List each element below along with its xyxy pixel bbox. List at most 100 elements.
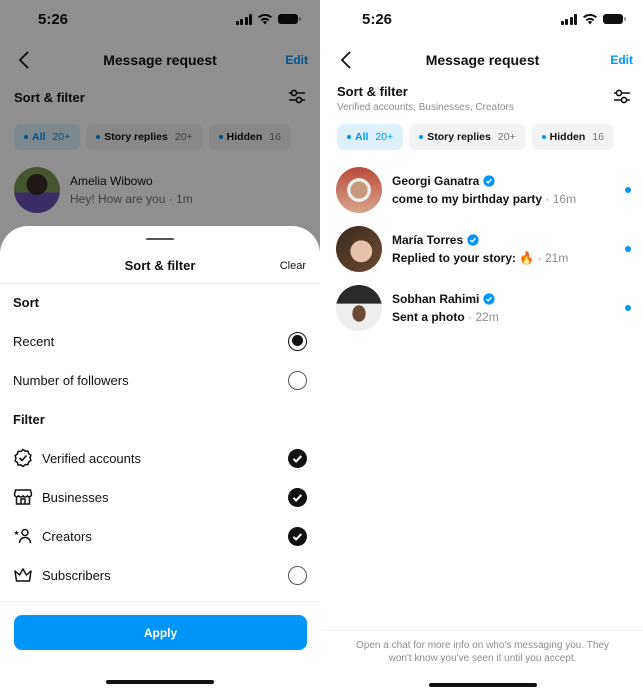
contact-name: Georgi Ganatra — [392, 173, 480, 188]
status-time: 5:26 — [38, 11, 69, 28]
contact-name: María Torres — [392, 232, 464, 247]
storefront-icon — [13, 489, 33, 505]
chip-count: 20+ — [174, 131, 193, 143]
chip-count: 20+ — [497, 131, 516, 143]
apply-button[interactable]: Apply — [14, 615, 307, 650]
divider — [0, 283, 320, 284]
sheet-grabber[interactable] — [146, 238, 174, 240]
sort-filter-sheet: Sort & filter Clear Sort Recent Number o… — [0, 226, 320, 690]
contact-name: Sobhan Rahimi — [392, 291, 480, 306]
sliders-icon[interactable] — [288, 88, 306, 106]
option-label: Number of followers — [13, 372, 129, 388]
divider — [0, 601, 320, 602]
chip-story-replies[interactable]: Story replies 20+ — [86, 124, 203, 150]
edit-button[interactable]: Edit — [610, 53, 633, 67]
home-indicator — [106, 680, 214, 684]
sort-filter-title: Sort & filter — [337, 84, 408, 99]
chip-label: Hidden — [226, 131, 263, 143]
wifi-icon — [583, 13, 597, 25]
chip-count: 16 — [269, 131, 281, 143]
crown-icon — [14, 568, 32, 582]
battery-icon — [603, 14, 626, 24]
avatar — [336, 284, 382, 331]
message-time: · 16m — [545, 191, 577, 206]
checkbox-unchecked[interactable] — [288, 565, 307, 585]
filter-option-businesses[interactable]: Businesses — [0, 479, 320, 515]
chip-all[interactable]: All 20+ — [337, 124, 404, 150]
message-time: · 22m — [468, 309, 499, 324]
unread-dot — [625, 187, 631, 193]
verified-icon — [467, 233, 479, 246]
verified-icon — [483, 292, 495, 305]
chip-hidden[interactable]: Hidden 16 — [531, 124, 614, 150]
home-indicator — [428, 683, 537, 687]
sliders-icon[interactable] — [613, 88, 631, 106]
list-item[interactable]: Amelia Wibowo Hey! How are you · 1m — [0, 160, 320, 219]
signal-icon — [235, 13, 252, 25]
message-preview: come to my birthday party — [392, 191, 543, 206]
chip-label: Story replies — [427, 131, 491, 143]
checkbox-checked[interactable] — [288, 448, 307, 468]
chip-row: All 20+ Story replies 20+ Hidden 16 — [0, 124, 320, 152]
unread-dot — [625, 305, 631, 311]
chip-count: 20+ — [52, 131, 71, 143]
unread-dot — [625, 246, 631, 252]
sort-option-recent[interactable]: Recent — [0, 323, 320, 359]
wifi-icon — [258, 13, 272, 25]
chip-row: All 20+ Story replies 20+ Hidden 16 — [322, 124, 643, 152]
avatar — [14, 166, 60, 213]
message-preview: Replied to your story: 🔥 — [392, 250, 535, 265]
sort-option-followers[interactable]: Number of followers — [0, 362, 320, 398]
avatar — [336, 225, 382, 272]
right-screen: 5:26 Message request Edit Sort & filter … — [322, 0, 643, 690]
page-title: Message request — [103, 52, 217, 68]
chip-hidden[interactable]: Hidden 16 — [208, 124, 291, 150]
chip-all[interactable]: All 20+ — [14, 124, 81, 150]
filter-heading: Filter — [13, 412, 45, 427]
message-preview: Sent a photo — [392, 309, 465, 324]
chip-count: 20+ — [375, 131, 394, 143]
footer-note: Open a chat for more info on who's messa… — [322, 630, 643, 665]
left-screen: 5:26 Message request Edit Sort & filter … — [0, 0, 320, 690]
clear-button[interactable]: Clear — [280, 260, 306, 272]
page-title: Message request — [425, 52, 540, 68]
option-label: Businesses — [42, 489, 109, 505]
option-label: Subscribers — [42, 567, 111, 583]
status-bar: 5:26 — [322, 0, 643, 40]
chip-count: 16 — [592, 131, 604, 143]
message-time: · 21m — [537, 250, 569, 265]
avatar — [336, 166, 382, 213]
edit-button[interactable]: Edit — [285, 53, 308, 67]
contact-name: Amelia Wibowo — [70, 173, 153, 188]
sort-heading: Sort — [13, 295, 39, 310]
sheet-title: Sort & filter — [124, 258, 196, 273]
checkbox-checked[interactable] — [288, 526, 307, 546]
radio-unselected[interactable] — [288, 370, 307, 390]
checkbox-checked[interactable] — [288, 487, 307, 507]
chip-story-replies[interactable]: Story replies 20+ — [409, 124, 526, 150]
filter-option-creators[interactable]: Creators — [0, 518, 320, 554]
creator-icon — [14, 528, 32, 544]
chip-label: Hidden — [549, 131, 586, 143]
option-label: Creators — [42, 528, 92, 544]
battery-icon — [278, 14, 301, 24]
option-label: Recent — [13, 333, 55, 349]
message-preview: Hey! How are you — [70, 191, 166, 206]
verified-badge-icon — [14, 448, 32, 468]
sort-filter-title: Sort & filter — [14, 90, 85, 105]
list-item[interactable]: Georgi Ganatra come to my birthday party… — [322, 160, 643, 219]
request-list: Georgi Ganatra come to my birthday party… — [322, 160, 643, 337]
list-item[interactable]: María Torres Replied to your story: 🔥 · … — [322, 219, 643, 278]
list-item[interactable]: Sobhan Rahimi Sent a photo · 22m — [322, 278, 643, 337]
status-bar: 5:26 — [0, 0, 320, 40]
status-time: 5:26 — [362, 11, 393, 28]
sort-filter-summary: Verified accounts, Businesses, Creators — [337, 102, 514, 113]
filter-option-verified[interactable]: Verified accounts — [0, 440, 320, 476]
signal-icon — [560, 13, 577, 25]
chip-label: Story replies — [104, 131, 168, 143]
chip-label: All — [32, 131, 46, 143]
message-time: 1m — [176, 191, 193, 206]
radio-selected[interactable] — [288, 331, 307, 351]
filter-option-subscribers[interactable]: Subscribers — [0, 557, 320, 593]
chip-label: All — [355, 131, 369, 143]
